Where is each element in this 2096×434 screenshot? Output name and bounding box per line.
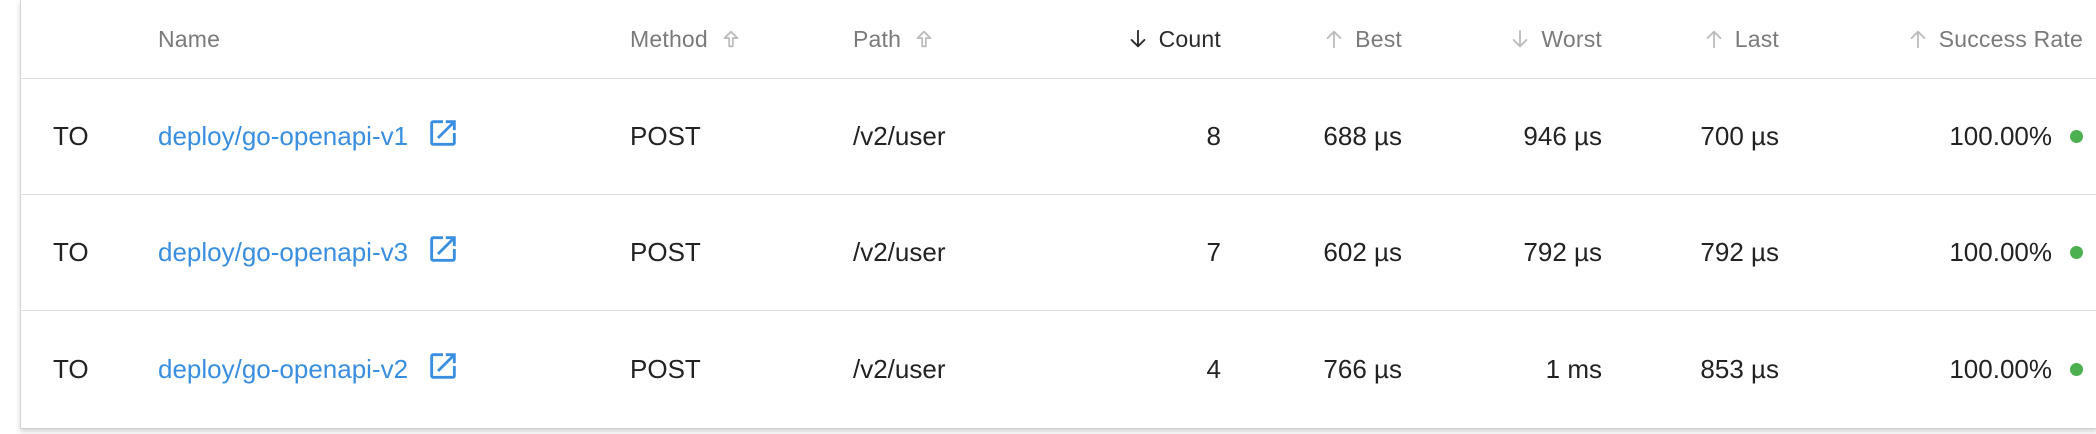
arrow-up-icon[interactable]	[1321, 26, 1347, 52]
column-header-last-label: Last	[1734, 25, 1779, 52]
table-row: TO deploy/go-openapi-v2 POST /v2/user 4 …	[21, 311, 2096, 428]
best-cell: 688 µs	[1323, 121, 1402, 151]
column-header-worst[interactable]: Worst	[1421, 0, 1602, 78]
last-cell: 700 µs	[1700, 121, 1779, 151]
direction-cell: TO	[53, 354, 89, 384]
page: Name Method Path Count Best Worst Last S…	[0, 0, 2096, 434]
direction-cell: TO	[53, 237, 89, 267]
open-in-new-icon[interactable]	[426, 349, 460, 383]
column-header-best[interactable]: Best	[1241, 0, 1402, 78]
best-cell: 766 µs	[1323, 354, 1402, 384]
column-header-path-label: Path	[853, 25, 902, 52]
method-cell: POST	[630, 354, 701, 384]
best-cell: 602 µs	[1323, 237, 1402, 267]
arrow-up-icon[interactable]	[911, 26, 937, 52]
worst-cell: 946 µs	[1523, 121, 1602, 151]
name-cell: deploy/go-openapi-v2	[158, 311, 618, 428]
direction-cell: TO	[53, 121, 89, 151]
arrow-down-icon[interactable]	[1507, 26, 1533, 52]
success-rate-value: 100.00%	[1949, 121, 2052, 151]
last-cell: 853 µs	[1700, 354, 1779, 384]
column-header-best-label: Best	[1355, 25, 1402, 52]
routes-table: Name Method Path Count Best Worst Last S…	[20, 0, 2096, 429]
deployment-link[interactable]: deploy/go-openapi-v2	[158, 354, 408, 385]
worst-cell: 792 µs	[1523, 237, 1602, 267]
column-header-success-rate-label: Success Rate	[1938, 25, 2083, 52]
name-cell: deploy/go-openapi-v3	[158, 195, 618, 310]
arrow-up-icon[interactable]	[1905, 26, 1931, 52]
column-header-method[interactable]: Method	[630, 0, 830, 78]
success-rate-value: 100.00%	[1949, 354, 2052, 384]
arrow-up-icon[interactable]	[1701, 26, 1727, 52]
success-rate-cell: 100.00%	[1791, 79, 2083, 194]
table-header: Name Method Path Count Best Worst Last S…	[21, 0, 2096, 79]
column-header-name-label: Name	[158, 25, 221, 52]
success-rate-value: 100.00%	[1949, 237, 2052, 267]
column-header-last[interactable]: Last	[1621, 0, 1779, 78]
count-cell: 4	[1206, 354, 1221, 384]
deployment-link[interactable]: deploy/go-openapi-v1	[158, 121, 408, 152]
arrow-down-icon[interactable]	[1125, 26, 1151, 52]
deployment-link[interactable]: deploy/go-openapi-v3	[158, 237, 408, 268]
table-row: TO deploy/go-openapi-v1 POST /v2/user 8 …	[21, 79, 2096, 195]
column-header-count[interactable]: Count	[1001, 0, 1221, 78]
open-in-new-icon[interactable]	[426, 116, 460, 150]
status-dot-icon	[2070, 130, 2083, 143]
count-cell: 7	[1206, 237, 1221, 267]
last-cell: 792 µs	[1700, 237, 1779, 267]
success-rate-cell: 100.00%	[1791, 195, 2083, 310]
worst-cell: 1 ms	[1545, 354, 1602, 384]
column-header-count-label: Count	[1158, 25, 1221, 52]
count-cell: 8	[1206, 121, 1221, 151]
status-dot-icon	[2070, 246, 2083, 259]
column-header-method-label: Method	[630, 25, 708, 52]
status-dot-icon	[2070, 363, 2083, 376]
success-rate-cell: 100.00%	[1791, 311, 2083, 428]
column-header-worst-label: Worst	[1541, 25, 1602, 52]
table-row: TO deploy/go-openapi-v3 POST /v2/user 7 …	[21, 195, 2096, 311]
arrow-up-icon[interactable]	[718, 26, 744, 52]
column-header-success-rate[interactable]: Success Rate	[1791, 0, 2083, 78]
column-header-name[interactable]: Name	[158, 0, 618, 78]
open-in-new-icon[interactable]	[426, 232, 460, 266]
method-cell: POST	[630, 237, 701, 267]
name-cell: deploy/go-openapi-v1	[158, 79, 618, 194]
method-cell: POST	[630, 121, 701, 151]
